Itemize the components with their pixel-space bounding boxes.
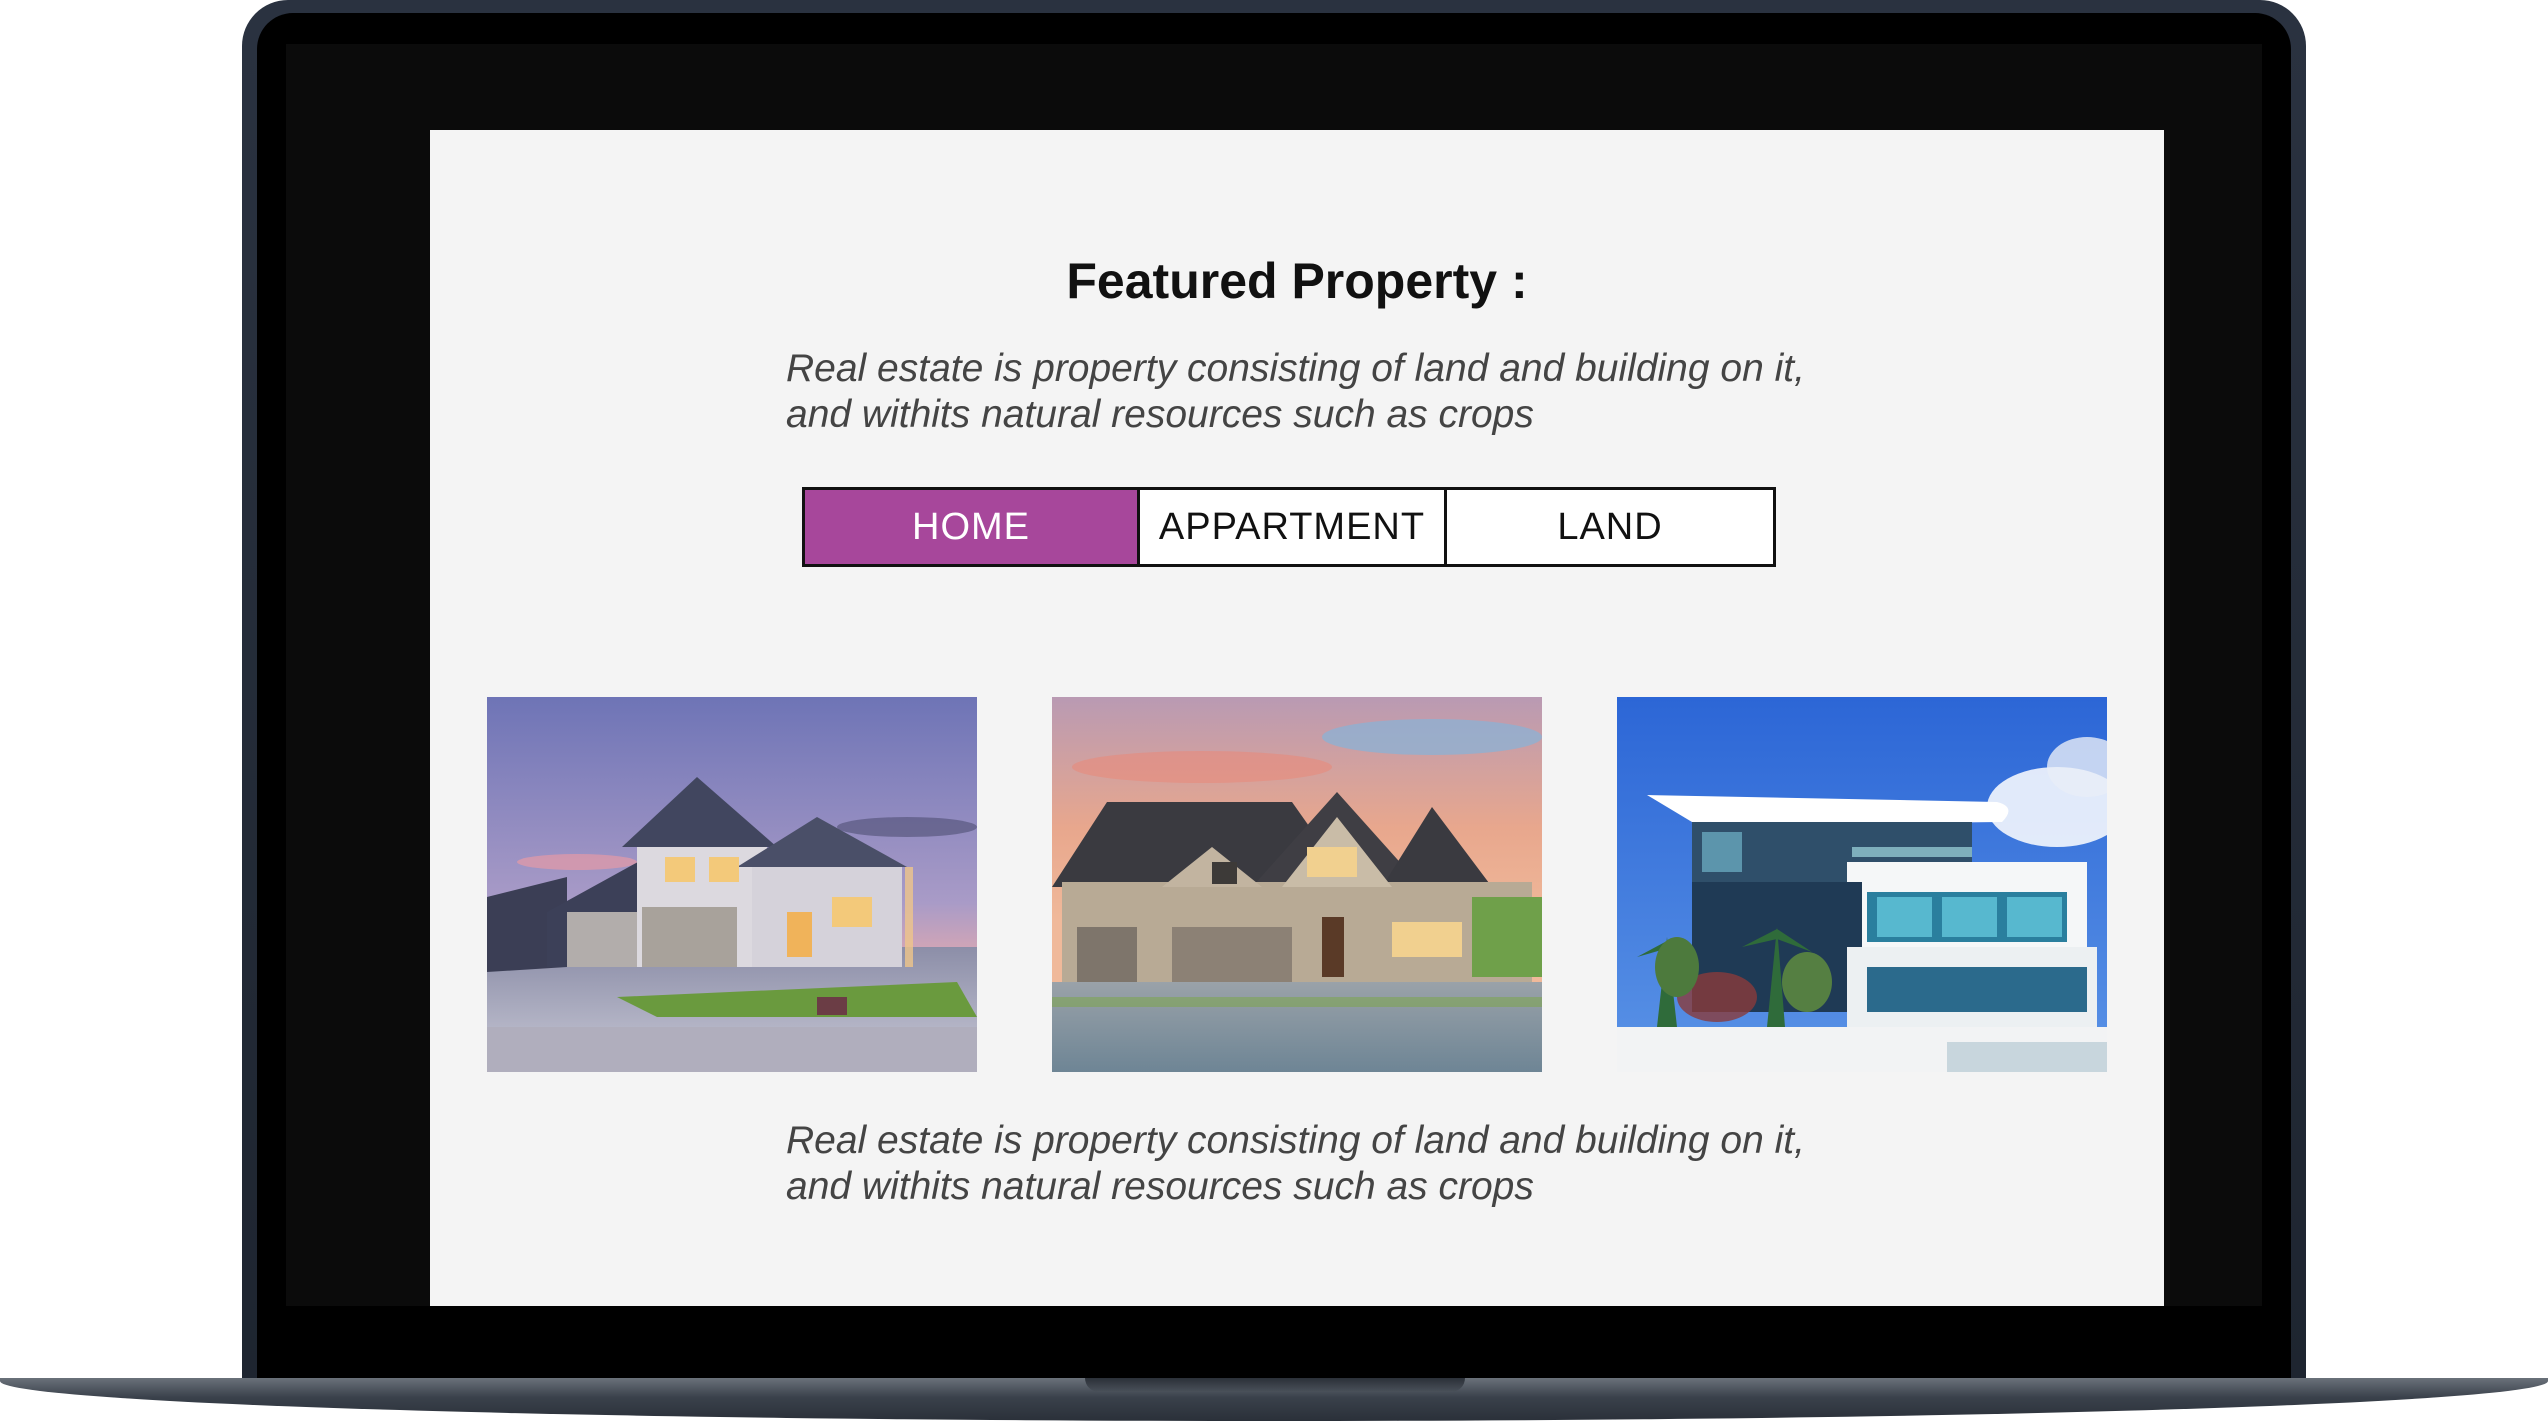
modern-house-photo-icon — [1617, 697, 2107, 1072]
laptop-base-notch — [1085, 1378, 1465, 1392]
property-type-tabs: HOME APPARTMENT LAND — [802, 487, 1776, 567]
tab-land[interactable]: LAND — [1444, 490, 1773, 564]
description-top-line-2: and withits natural resources such as cr… — [786, 393, 1534, 436]
description-top-line-1: Real estate is property consisting of la… — [786, 347, 1805, 390]
property-photo-3[interactable] — [1617, 697, 2107, 1072]
house-dusk-photo-icon — [487, 697, 977, 1072]
tab-home[interactable]: HOME — [805, 490, 1137, 564]
description-bottom: Real estate is property consisting of la… — [786, 1118, 1886, 1210]
featured-property-page: Featured Property : Real estate is prope… — [430, 130, 2164, 1306]
description-bottom-line-1: Real estate is property consisting of la… — [786, 1119, 1805, 1162]
house-sunset-photo-icon — [1052, 697, 1542, 1072]
description-bottom-line-2: and withits natural resources such as cr… — [786, 1165, 1534, 1208]
page-title: Featured Property : — [1066, 253, 1528, 309]
property-photo-1[interactable] — [487, 697, 977, 1072]
tab-appartment[interactable]: APPARTMENT — [1137, 490, 1444, 564]
property-photo-2[interactable] — [1052, 697, 1542, 1072]
description-top: Real estate is property consisting of la… — [786, 346, 1886, 438]
